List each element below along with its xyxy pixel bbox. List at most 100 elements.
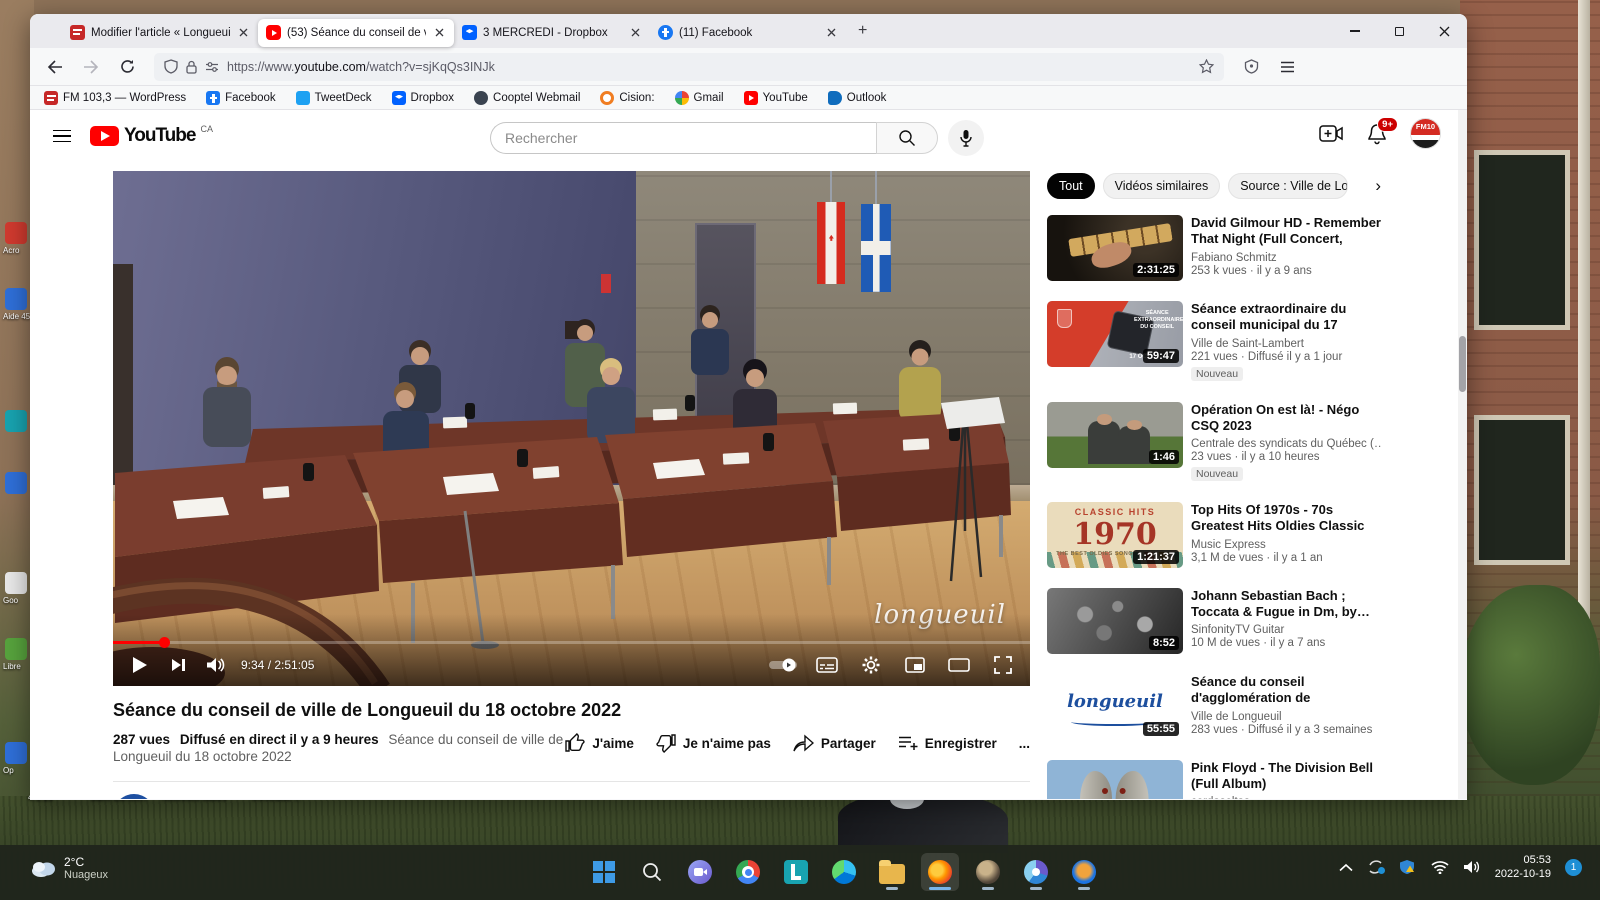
search-button[interactable] bbox=[876, 122, 938, 154]
suggested-video[interactable]: longueuil 55:55 Séance du conseil d'aggl… bbox=[1047, 674, 1381, 740]
desktop-icon-label[interactable]: Acro bbox=[3, 246, 19, 255]
start-button[interactable] bbox=[585, 853, 623, 891]
forward-button[interactable] bbox=[76, 53, 106, 81]
notifications-bell-icon[interactable]: 9+ bbox=[1364, 121, 1390, 147]
desktop-icon-label[interactable]: Op bbox=[3, 766, 14, 775]
bookmark-cision[interactable]: Cision: bbox=[600, 91, 654, 105]
chips-chevron-right-icon[interactable]: › bbox=[1355, 173, 1381, 199]
sync-icon[interactable] bbox=[1367, 859, 1385, 875]
bookmark-star-icon[interactable] bbox=[1199, 59, 1214, 74]
desktop-icon[interactable] bbox=[5, 410, 27, 432]
lock-icon[interactable] bbox=[186, 60, 197, 74]
bookmark-dropbox[interactable]: Dropbox bbox=[392, 91, 454, 105]
next-button[interactable] bbox=[161, 648, 195, 682]
desktop-icon[interactable] bbox=[5, 572, 27, 594]
suggested-video[interactable]: CLASSIC HITS 1970 THE BEST OLDIES SONG 1… bbox=[1047, 502, 1381, 568]
subtitles-icon[interactable] bbox=[810, 648, 844, 682]
like-button[interactable]: J'aime bbox=[565, 733, 634, 753]
suggested-video[interactable]: 8:52 Johann Sebastian Bach ; Toccata & F… bbox=[1047, 588, 1381, 654]
firefox-button[interactable] bbox=[921, 853, 959, 891]
desktop-icon[interactable] bbox=[5, 288, 27, 310]
libreoffice-button[interactable] bbox=[777, 853, 815, 891]
fullscreen-icon[interactable] bbox=[986, 648, 1020, 682]
desktop-icon-label[interactable]: Libre bbox=[3, 662, 21, 671]
desktop-icon-label[interactable]: Goo bbox=[3, 596, 18, 605]
voice-search-button[interactable] bbox=[948, 120, 984, 156]
close-button[interactable] bbox=[1422, 14, 1467, 48]
desktop-icon[interactable] bbox=[5, 472, 27, 494]
subscribed-button[interactable]: ABONNÉ bbox=[908, 799, 998, 800]
suggested-video[interactable]: 1:46 Opération On est là! - Négo CSQ 202… bbox=[1047, 402, 1381, 482]
chip-source[interactable]: Source : Ville de Lon bbox=[1228, 173, 1348, 199]
tab-dropbox[interactable]: 3 MERCREDI - Dropbox bbox=[454, 19, 650, 47]
bookmark-youtube[interactable]: YouTube bbox=[744, 91, 808, 105]
bookmark-cooptel[interactable]: Cooptel Webmail bbox=[474, 91, 580, 105]
chip-tout[interactable]: Tout bbox=[1047, 173, 1095, 199]
tab-facebook[interactable]: (11) Facebook bbox=[650, 19, 846, 47]
settings-gear-icon[interactable] bbox=[854, 648, 888, 682]
scrollbar-thumb[interactable] bbox=[1459, 336, 1466, 392]
file-explorer-button[interactable] bbox=[873, 853, 911, 891]
tab-close-icon[interactable] bbox=[628, 26, 642, 40]
desktop-icon[interactable] bbox=[5, 638, 27, 660]
share-button[interactable]: Partager bbox=[793, 734, 876, 752]
youtube-logo[interactable]: YouTube CA bbox=[90, 126, 213, 146]
guide-hamburger-icon[interactable] bbox=[42, 116, 82, 156]
search-input[interactable] bbox=[490, 122, 876, 154]
progress-scrubber[interactable] bbox=[159, 637, 170, 648]
security-shield-icon[interactable] bbox=[1399, 859, 1417, 875]
edge-button[interactable] bbox=[825, 853, 863, 891]
more-actions-button[interactable]: ... bbox=[1019, 736, 1030, 751]
play-button[interactable] bbox=[123, 648, 157, 682]
tracking-shield-icon[interactable] bbox=[164, 59, 178, 74]
permissions-icon[interactable] bbox=[205, 61, 219, 73]
taskbar-clock[interactable]: 05:53 2022-10-19 bbox=[1495, 853, 1551, 881]
bookmark-outlook[interactable]: Outlook bbox=[828, 91, 887, 105]
new-tab-button[interactable]: + bbox=[846, 22, 879, 40]
desktop-icon[interactable] bbox=[5, 222, 27, 244]
weather-widget[interactable]: 2°C Nuageux bbox=[30, 855, 108, 881]
url-text[interactable]: https://www.youtube.com/watch?v=sjKqQs3I… bbox=[227, 60, 1191, 74]
bookmark-gmail[interactable]: Gmail bbox=[675, 91, 724, 105]
reload-button[interactable] bbox=[112, 53, 142, 81]
suggested-video[interactable]: SÉANCE EXTRAORDINAIRE DU CONSEIL 17 OCT … bbox=[1047, 301, 1381, 382]
tab-close-icon[interactable] bbox=[236, 26, 250, 40]
back-button[interactable] bbox=[40, 53, 70, 81]
desktop-icon[interactable] bbox=[5, 742, 27, 764]
tab-close-icon[interactable] bbox=[432, 26, 446, 40]
dislike-button[interactable]: Je n'aime pas bbox=[656, 733, 771, 753]
video-player[interactable]: longueuil 9:34 / 2:51:05 bbox=[113, 171, 1030, 686]
maximize-button[interactable] bbox=[1377, 14, 1422, 48]
page-scrollbar[interactable] bbox=[1458, 110, 1467, 799]
volume-icon[interactable] bbox=[199, 648, 233, 682]
suggested-video[interactable]: 1:06:32 Pink Floyd - The Division Bell (… bbox=[1047, 760, 1381, 799]
url-bar[interactable]: https://www.youtube.com/watch?v=sjKqQs3I… bbox=[154, 53, 1224, 81]
suggested-video[interactable]: 2:31:25 David Gilmour HD - Remember That… bbox=[1047, 215, 1381, 281]
minimize-button[interactable] bbox=[1332, 14, 1377, 48]
bookmark-wordpress[interactable]: FM 103,3 — WordPress bbox=[44, 91, 186, 105]
account-avatar[interactable]: FM10 bbox=[1410, 118, 1441, 149]
bookmark-tweetdeck[interactable]: TweetDeck bbox=[296, 91, 372, 105]
bookmark-facebook[interactable]: Facebook bbox=[206, 91, 276, 105]
volume-icon[interactable] bbox=[1463, 860, 1481, 874]
miniplayer-icon[interactable] bbox=[898, 648, 932, 682]
desktop-icon-label[interactable]: Aide 45 bbox=[3, 312, 30, 321]
gimp-button[interactable] bbox=[969, 853, 1007, 891]
save-button[interactable]: Enregistrer bbox=[898, 735, 997, 751]
chip-videos-similaires[interactable]: Vidéos similaires bbox=[1103, 173, 1221, 199]
channel-avatar[interactable]: longueuil bbox=[113, 794, 155, 799]
wifi-icon[interactable] bbox=[1431, 860, 1449, 874]
teams-chat-button[interactable] bbox=[681, 853, 719, 891]
extensions-icon[interactable] bbox=[1236, 53, 1266, 81]
tab-wordpress[interactable]: Modifier l'article « Longueuil n bbox=[62, 19, 258, 47]
taskbar-search-button[interactable] bbox=[633, 853, 671, 891]
notification-center-badge[interactable]: 1 bbox=[1565, 859, 1582, 876]
create-video-icon[interactable] bbox=[1318, 121, 1344, 147]
theater-mode-icon[interactable] bbox=[942, 648, 976, 682]
menu-hamburger-icon[interactable] bbox=[1272, 53, 1302, 81]
progress-bar[interactable] bbox=[113, 641, 1030, 644]
tab-close-icon[interactable] bbox=[824, 26, 838, 40]
chrome-button[interactable] bbox=[729, 853, 767, 891]
tab-youtube-active[interactable]: (53) Séance du conseil de ville d bbox=[258, 19, 454, 47]
tray-chevron-up-icon[interactable] bbox=[1339, 863, 1353, 872]
